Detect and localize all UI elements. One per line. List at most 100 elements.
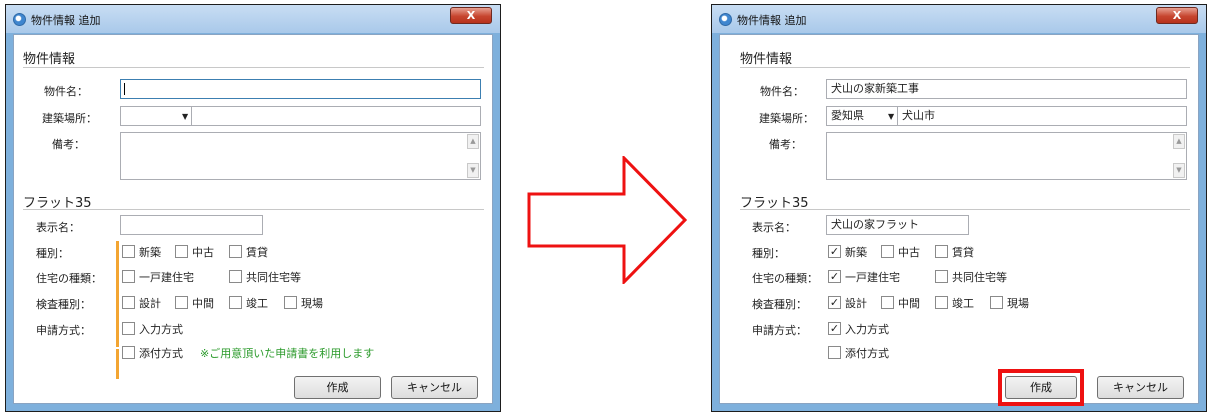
checkbox-detached-house[interactable]: ✓ <box>828 270 841 283</box>
close-button[interactable]: X <box>1156 7 1198 24</box>
checkbox-input-method[interactable] <box>122 322 135 335</box>
close-button[interactable]: X <box>450 7 492 24</box>
checkbox-label-input-method: 入力方式 <box>139 323 183 336</box>
title-bar[interactable]: 物件情報 追加 X <box>712 5 1206 33</box>
app-icon <box>719 13 732 26</box>
checkbox-used[interactable] <box>881 245 894 258</box>
label-display-name: 表示名： <box>752 221 796 234</box>
checkbox-label-new: 新築 <box>845 246 867 259</box>
dialog-body: 物件情報 物件名： 犬山の家新築工事 建築場所： 愛知県 ▼ 犬山市 備考： ▲… <box>719 34 1199 406</box>
checkbox-label-attachment-method: 添付方式 <box>845 347 889 360</box>
app-icon <box>13 13 26 26</box>
property-name-input[interactable]: 犬山の家新築工事 <box>826 79 1187 99</box>
section-title-property: 物件情報 <box>23 52 76 67</box>
divider <box>740 209 1190 210</box>
text-caret <box>124 83 125 95</box>
cancel-button[interactable]: キャンセル <box>1097 376 1184 399</box>
checkbox-label-interim: 中間 <box>192 297 214 310</box>
divider <box>23 209 484 210</box>
label-display-name: 表示名： <box>36 221 80 234</box>
label-property-name: 物件名： <box>44 85 88 98</box>
checkbox-label-new: 新築 <box>139 246 161 259</box>
checkbox-label-site: 現場 <box>301 297 323 310</box>
checkbox-label-detached-house: 一戸建住宅 <box>139 271 194 284</box>
create-button[interactable]: 作成 <box>294 376 381 399</box>
label-location: 建築場所： <box>759 112 814 125</box>
checkbox-attachment-method[interactable] <box>828 346 841 359</box>
scroll-down-icon[interactable]: ▼ <box>1173 163 1185 178</box>
city-input[interactable]: 犬山市 <box>897 106 1187 126</box>
display-name-input[interactable] <box>120 215 263 235</box>
checkbox-design[interactable]: ✓ <box>828 296 841 309</box>
title-bar[interactable]: 物件情報 追加 X <box>6 5 500 33</box>
city-input[interactable] <box>191 106 481 126</box>
checkbox-detached-house[interactable] <box>122 270 135 283</box>
checkbox-completion[interactable] <box>935 296 948 309</box>
checkbox-label-rental: 賃貸 <box>952 246 974 259</box>
required-marker <box>116 241 119 347</box>
create-button-highlight <box>998 369 1084 406</box>
checkbox-rental[interactable] <box>935 245 948 258</box>
attachment-note: ※ご用意頂いた申請書を利用します <box>200 347 375 360</box>
checkbox-label-used: 中古 <box>898 246 920 259</box>
property-name-input[interactable] <box>120 79 481 99</box>
label-type: 種別： <box>752 247 785 260</box>
checkbox-label-rental: 賃貸 <box>246 246 268 259</box>
label-remarks: 備考： <box>52 138 85 151</box>
window-title: 物件情報 追加 <box>31 14 101 27</box>
checkbox-site[interactable] <box>990 296 1003 309</box>
checkbox-label-interim: 中間 <box>898 297 920 310</box>
scroll-up-icon[interactable]: ▲ <box>467 134 479 149</box>
label-application-method: 申請方式： <box>752 324 807 337</box>
checkbox-design[interactable] <box>122 296 135 309</box>
checkbox-label-apartment: 共同住宅等 <box>246 271 301 284</box>
checkbox-attachment-method[interactable] <box>122 346 135 359</box>
checkbox-label-completion: 竣工 <box>952 297 974 310</box>
divider <box>23 67 484 68</box>
scroll-up-icon[interactable]: ▲ <box>1173 134 1185 149</box>
required-marker <box>116 349 119 379</box>
label-location: 建築場所： <box>42 112 97 125</box>
scroll-down-icon[interactable]: ▼ <box>467 163 479 178</box>
display-name-input[interactable]: 犬山の家フラット <box>826 215 969 235</box>
label-property-name: 物件名： <box>760 85 804 98</box>
label-housing-type: 住宅の種類： <box>752 272 818 285</box>
checkbox-interim[interactable] <box>175 296 188 309</box>
section-title-property: 物件情報 <box>740 52 793 67</box>
dialog-before: 物件情報 追加 X 物件情報 物件名： 建築場所： ▼ 備考： ▲ ▼ フラット… <box>5 4 501 412</box>
right-arrow-outline-icon <box>527 156 687 284</box>
checkbox-label-detached-house: 一戸建住宅 <box>845 271 900 284</box>
label-inspection-type: 検査種別： <box>36 298 91 311</box>
checkbox-label-design: 設計 <box>139 297 161 310</box>
checkbox-label-design: 設計 <box>845 297 867 310</box>
cancel-button[interactable]: キャンセル <box>391 376 478 399</box>
checkbox-completion[interactable] <box>229 296 242 309</box>
checkbox-label-apartment: 共同住宅等 <box>952 271 1007 284</box>
checkbox-input-method[interactable]: ✓ <box>828 322 841 335</box>
divider <box>740 67 1190 68</box>
checkbox-apartment[interactable] <box>229 270 242 283</box>
dropdown-arrow-icon[interactable]: ▼ <box>182 112 188 121</box>
checkbox-label-attachment-method: 添付方式 <box>139 347 183 360</box>
checkbox-site[interactable] <box>284 296 297 309</box>
dropdown-arrow-icon[interactable]: ▼ <box>888 112 894 121</box>
checkbox-used[interactable] <box>175 245 188 258</box>
checkbox-label-completion: 竣工 <box>246 297 268 310</box>
label-remarks: 備考： <box>769 138 802 151</box>
label-application-method: 申請方式： <box>36 324 91 337</box>
checkbox-label-used: 中古 <box>192 246 214 259</box>
remarks-textarea[interactable] <box>826 132 1187 180</box>
checkbox-new[interactable]: ✓ <box>828 245 841 258</box>
checkbox-new[interactable] <box>122 245 135 258</box>
label-inspection-type: 検査種別： <box>752 298 807 311</box>
checkbox-interim[interactable] <box>881 296 894 309</box>
checkbox-rental[interactable] <box>229 245 242 258</box>
checkbox-apartment[interactable] <box>935 270 948 283</box>
label-housing-type: 住宅の種類： <box>36 272 102 285</box>
dialog-body: 物件情報 物件名： 建築場所： ▼ 備考： ▲ ▼ フラット35 表示名： 種別… <box>13 34 493 404</box>
remarks-textarea[interactable] <box>120 132 481 180</box>
dialog-after: 物件情報 追加 X 物件情報 物件名： 犬山の家新築工事 建築場所： 愛知県 ▼… <box>711 4 1207 412</box>
checkbox-label-input-method: 入力方式 <box>845 323 889 336</box>
window-title: 物件情報 追加 <box>737 14 807 27</box>
checkbox-label-site: 現場 <box>1007 297 1029 310</box>
